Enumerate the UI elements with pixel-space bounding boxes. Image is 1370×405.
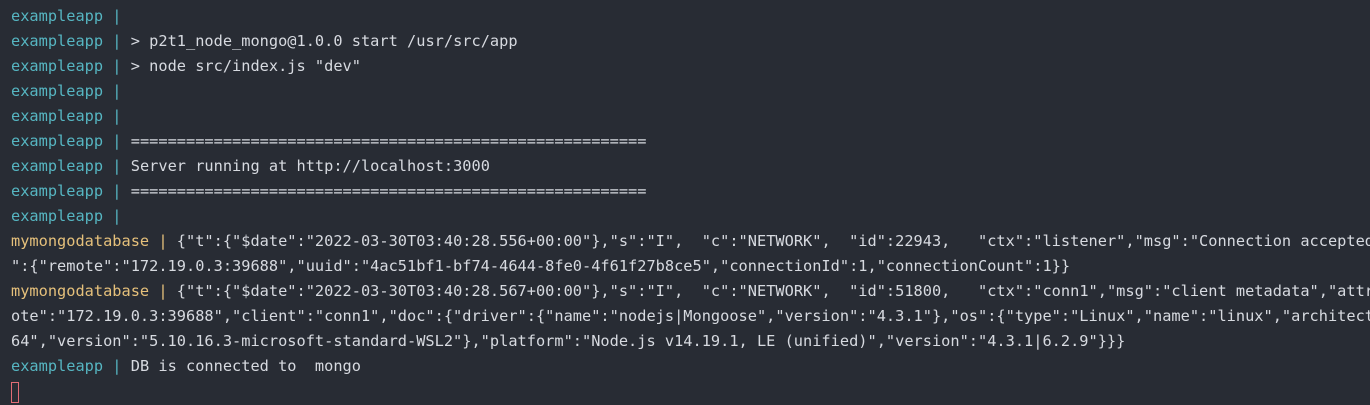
log-line: exampleapp | ===========================… xyxy=(11,179,1370,204)
log-text: DB is connected to mongo xyxy=(130,357,361,375)
terminal-window[interactable]: exampleapp | exampleapp | > p2t1_node_mo… xyxy=(0,0,1370,405)
log-line: mymongodatabase | {"t":{"$date":"2022-03… xyxy=(11,279,1370,304)
log-text: 64","version":"5.10.16.3-microsoft-stand… xyxy=(11,332,1126,350)
log-line: ":{"remote":"172.19.0.3:39688","uuid":"4… xyxy=(11,254,1370,279)
terminal-cursor[interactable] xyxy=(11,382,19,403)
log-line: exampleapp | xyxy=(11,104,1370,129)
log-text: Server running at http://localhost:3000 xyxy=(130,157,490,175)
log-separator: ========================================… xyxy=(130,132,647,150)
prompt-line[interactable] xyxy=(11,379,1370,404)
log-prefix: exampleapp | xyxy=(11,157,131,175)
log-prefix: exampleapp | xyxy=(11,7,131,25)
log-text: {"t":{"$date":"2022-03-30T03:40:28.567+0… xyxy=(176,282,1370,300)
log-prefix: mymongodatabase | xyxy=(11,282,177,300)
log-line: exampleapp | xyxy=(11,79,1370,104)
log-line: ote":"172.19.0.3:39688","client":"conn1"… xyxy=(11,304,1370,329)
log-prefix: exampleapp | xyxy=(11,357,131,375)
log-line: 64","version":"5.10.16.3-microsoft-stand… xyxy=(11,329,1370,354)
log-line: mymongodatabase | {"t":{"$date":"2022-03… xyxy=(11,229,1370,254)
log-prefix: exampleapp | xyxy=(11,57,131,75)
log-line: exampleapp | ===========================… xyxy=(11,129,1370,154)
log-line: exampleapp | xyxy=(11,204,1370,229)
log-text: > node src/index.js "dev" xyxy=(130,57,361,75)
log-prefix: exampleapp | xyxy=(11,182,131,200)
log-line: exampleapp | xyxy=(11,4,1370,29)
log-prefix: mymongodatabase | xyxy=(11,232,177,250)
log-prefix: exampleapp | xyxy=(11,107,131,125)
log-line: exampleapp | > p2t1_node_mongo@1.0.0 sta… xyxy=(11,29,1370,54)
log-text: ":{"remote":"172.19.0.3:39688","uuid":"4… xyxy=(11,257,1071,275)
log-text: > p2t1_node_mongo@1.0.0 start /usr/src/a… xyxy=(130,32,518,50)
log-text: {"t":{"$date":"2022-03-30T03:40:28.556+0… xyxy=(176,232,1370,250)
log-prefix: exampleapp | xyxy=(11,32,131,50)
log-prefix: exampleapp | xyxy=(11,82,131,100)
log-prefix: exampleapp | xyxy=(11,132,131,150)
log-line: exampleapp | DB is connected to mongo xyxy=(11,354,1370,379)
log-separator: ========================================… xyxy=(130,182,647,200)
log-prefix: exampleapp | xyxy=(11,207,131,225)
log-text: ote":"172.19.0.3:39688","client":"conn1"… xyxy=(11,307,1370,325)
log-line: exampleapp | Server running at http://lo… xyxy=(11,154,1370,179)
log-line: exampleapp | > node src/index.js "dev" xyxy=(11,54,1370,79)
